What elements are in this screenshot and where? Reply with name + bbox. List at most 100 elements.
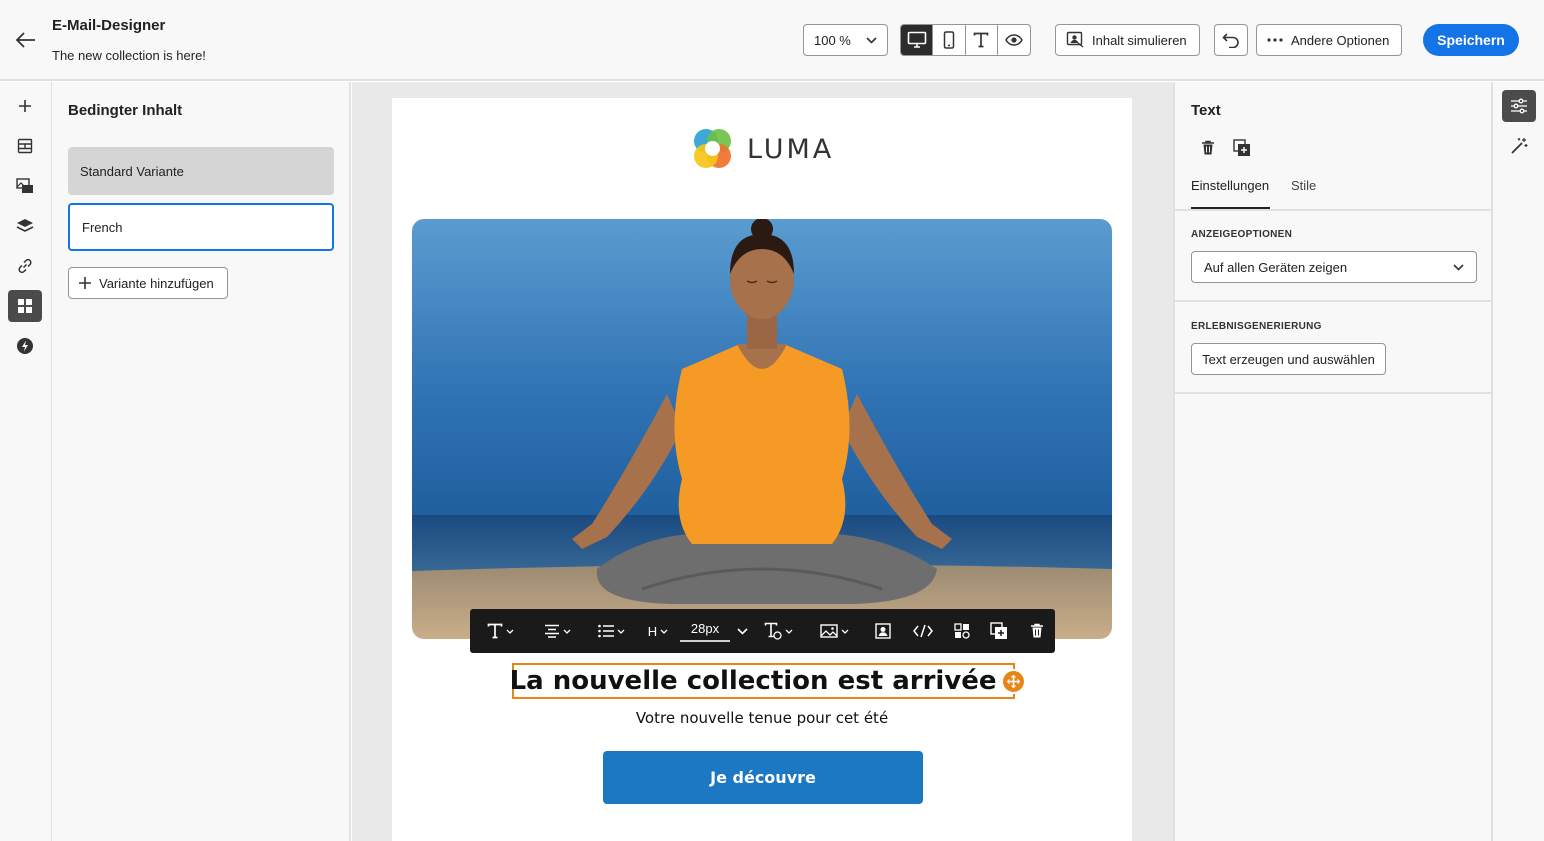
experience-generation-label: ERLEBNISGENERIERUNG [1191,321,1322,332]
generate-text-button[interactable]: Text erzeugen und auswählen [1191,343,1386,375]
links-button[interactable] [8,250,42,282]
list-icon [597,624,614,638]
properties-title: Text [1191,102,1221,119]
simulate-content-button[interactable]: Inhalt simulieren [1055,24,1200,56]
fragments-icon [18,299,32,313]
tab-styles[interactable]: Stile [1291,178,1316,193]
align-dropdown[interactable] [530,609,584,653]
conditional-content-icon [954,623,970,639]
duplicate-button[interactable] [980,609,1018,653]
selected-text-block[interactable]: La nouvelle collection est arrivée ! [510,663,1018,699]
source-code-button[interactable] [902,609,944,653]
list-dropdown[interactable] [584,609,638,653]
zoom-value: 100 % [814,32,851,48]
mobile-view-button[interactable] [933,25,966,55]
assets-button[interactable] [8,170,42,202]
variant-french[interactable]: French [68,203,334,251]
hero-image[interactable] [412,219,1112,639]
image-dropdown[interactable] [804,609,864,653]
duplicate-icon [1233,139,1250,156]
properties-panel: Text Einstellungen Stile ANZEIGEOPTIONEN… [1173,82,1493,841]
logo-text: LUMA [747,133,835,165]
duplicate-component-button[interactable] [1230,136,1254,160]
chevron-down-icon [617,629,624,634]
chevron-down-icon [1453,263,1464,271]
font-size-value: 28px [690,620,720,636]
conditional-content-button[interactable] [8,290,42,322]
active-tab-indicator [1191,207,1270,209]
variant-standard[interactable]: Standard Variante [68,147,334,195]
add-variant-label: Variante hinzufügen [99,275,214,291]
subline-text[interactable]: Votre nouvelle tenue pour cet été [392,709,1132,727]
email-body: LUMA H 28px La nouvelle collection est a… [392,98,1132,841]
save-button[interactable]: Speichern [1423,24,1519,56]
delete-component-button[interactable] [1196,136,1220,160]
luma-logo-icon [694,129,731,168]
brand-logo[interactable]: LUMA [689,126,834,172]
zoom-select[interactable]: 100 % [803,24,888,56]
ai-assistant-button[interactable] [1502,130,1536,162]
structure-icon [17,138,33,154]
add-component-button[interactable] [8,90,42,122]
image-gallery-icon [16,178,33,193]
text-view-button[interactable] [966,25,998,55]
heading-dropdown[interactable]: H [638,609,678,653]
cta-button[interactable]: Je découvre [603,751,923,804]
preview-button[interactable] [998,25,1030,55]
view-mode-toggle [900,24,1031,56]
magic-wand-icon [1511,138,1528,154]
font-size-underline [680,639,730,642]
display-devices-value: Auf allen Geräten zeigen [1204,259,1348,275]
chevron-down-icon [660,629,668,634]
top-bar: E-Mail-Designer The new collection is he… [0,0,1544,81]
meditation-photo [412,219,1112,639]
move-handle[interactable] [1001,669,1026,694]
dynamic-content-button[interactable] [8,330,42,362]
align-center-icon [544,624,559,638]
personalization-icon [875,623,891,639]
text-color-dropdown[interactable] [752,609,804,653]
chevron-down-icon [785,629,792,634]
mobile-icon [943,31,955,49]
image-icon [819,624,838,638]
structure-button[interactable] [8,130,42,162]
display-devices-select[interactable]: Auf allen Geräten zeigen [1191,251,1477,283]
headline-text[interactable]: La nouvelle collection est arrivée ! [510,666,1018,696]
app-title: E-Mail-Designer [52,17,166,34]
text-icon [973,32,989,48]
more-options-button[interactable]: Andere Optionen [1256,24,1403,56]
desktop-view-button[interactable] [901,25,934,55]
text-formatting-toolbar: H 28px [470,609,1055,653]
right-tool-rail [1493,82,1544,841]
add-variant-button[interactable]: Variante hinzufügen [68,267,228,299]
text-style-dropdown[interactable] [470,609,530,653]
heading-label: H [647,623,658,639]
email-subject: The new collection is here! [52,48,206,63]
plus-icon [79,277,91,289]
more-options-label: Andere Optionen [1291,32,1390,48]
layers-button[interactable] [8,210,42,242]
eye-icon [1004,34,1023,46]
conditional-content-panel: Bedingter Inhalt Standard Variante Frenc… [52,82,351,841]
back-button[interactable] [12,27,40,53]
email-canvas: LUMA H 28px La nouvelle collection est a… [352,82,1173,841]
simulate-content-label: Inhalt simulieren [1092,32,1187,48]
trash-icon [1030,623,1043,638]
text-color-icon [764,622,782,640]
undo-button[interactable] [1214,24,1248,56]
properties-toggle-button[interactable] [1502,90,1536,122]
delete-button[interactable] [1018,609,1055,653]
link-icon [18,258,32,274]
tab-settings[interactable]: Einstellungen [1191,178,1269,193]
section-divider [1175,392,1491,394]
font-size-select[interactable]: 28px [678,609,732,653]
simulate-icon [1066,31,1084,48]
chevron-down-icon [736,627,748,635]
display-options-label: ANZEIGEOPTIONEN [1191,229,1293,240]
code-icon [913,624,933,638]
personalization-button[interactable] [864,609,902,653]
font-size-dropdown[interactable] [732,609,752,653]
left-tool-rail [0,82,52,841]
duplicate-icon [990,622,1007,639]
conditional-button[interactable] [944,609,980,653]
